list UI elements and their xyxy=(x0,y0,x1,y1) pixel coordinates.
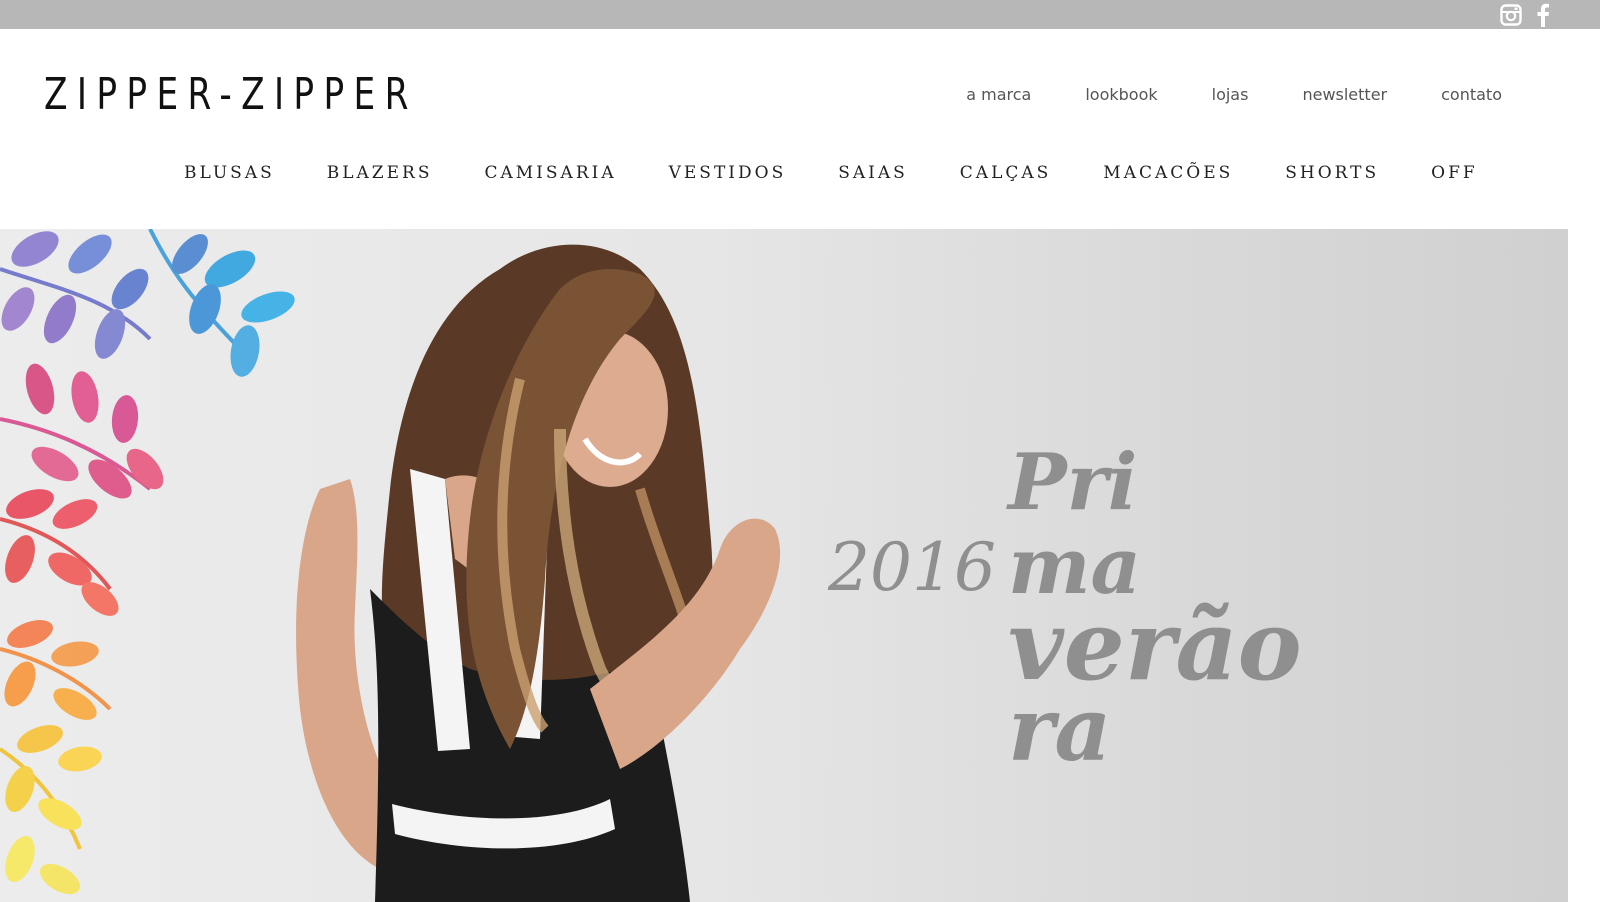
category-saias[interactable]: SAIAS xyxy=(838,163,908,183)
site-header: ZIPPER-ZIPPER a marca lookbook lojas new… xyxy=(0,29,1568,229)
model-photo xyxy=(296,244,781,902)
watercolor-leaves-illustration xyxy=(0,229,295,895)
facebook-icon[interactable] xyxy=(1536,3,1550,27)
hero-artwork xyxy=(0,229,781,902)
category-macacoes[interactable]: MACACÕES xyxy=(1103,163,1233,183)
category-vestidos[interactable]: VESTIDOS xyxy=(669,163,787,183)
social-links xyxy=(1500,0,1550,29)
category-calcas[interactable]: CALÇAS xyxy=(960,163,1052,183)
category-nav: BLUSAS BLAZERS CAMISARIA VESTIDOS SAIAS … xyxy=(184,163,1478,183)
instagram-icon[interactable] xyxy=(1500,3,1522,26)
category-blusas[interactable]: BLUSAS xyxy=(184,163,275,183)
category-off[interactable]: OFF xyxy=(1431,163,1478,183)
hero-banner[interactable]: 2016 Pri ma verão ra xyxy=(0,229,1568,902)
hero-word-ra: ra xyxy=(1008,677,1112,781)
hero-year: 2016 xyxy=(828,529,996,606)
nav-item-newsletter[interactable]: newsletter xyxy=(1302,85,1387,104)
category-camisaria[interactable]: CAMISARIA xyxy=(484,163,616,183)
nav-item-a-marca[interactable]: a marca xyxy=(966,85,1031,104)
primary-nav: a marca lookbook lojas newsletter contat… xyxy=(966,85,1502,104)
page-right-margin xyxy=(1568,29,1600,902)
nav-item-lookbook[interactable]: lookbook xyxy=(1085,85,1157,104)
hero-word-pri: Pri xyxy=(1008,437,1138,528)
brand-logo[interactable]: ZIPPER-ZIPPER xyxy=(44,69,418,120)
category-shorts[interactable]: SHORTS xyxy=(1285,163,1379,183)
category-blazers[interactable]: BLAZERS xyxy=(327,163,433,183)
top-utility-bar xyxy=(0,0,1600,29)
nav-item-lojas[interactable]: lojas xyxy=(1212,85,1249,104)
nav-item-contato[interactable]: contato xyxy=(1441,85,1502,104)
